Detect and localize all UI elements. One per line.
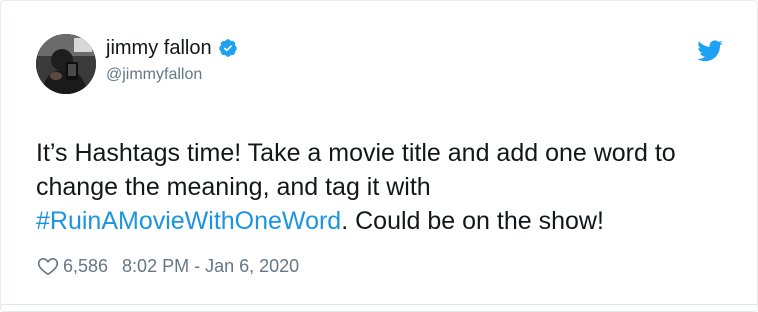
hashtag-link[interactable]: #RuinAMovieWithOneWord	[36, 207, 341, 235]
avatar-photo	[36, 34, 96, 94]
display-name[interactable]: jimmy fallon	[106, 36, 212, 60]
heart-icon[interactable]	[37, 255, 59, 277]
avatar[interactable]	[36, 34, 96, 94]
tweet-text-part1: It’s Hashtags time! Take a movie title a…	[36, 139, 676, 201]
tweet-meta: 6,586 8:02 PM - Jan 6, 2020	[37, 253, 299, 279]
verified-badge-icon	[218, 38, 238, 58]
tweet-text: It’s Hashtags time! Take a movie title a…	[36, 136, 736, 238]
tweet-text-part2: . Could be on the show!	[341, 207, 604, 235]
divider	[1, 304, 757, 305]
tweet-card: jimmy fallon @jimmyfallon It’s Hashtags …	[0, 0, 758, 312]
twitter-bird-icon[interactable]	[697, 40, 723, 62]
author-name-row[interactable]: jimmy fallon	[106, 36, 238, 60]
likes-count[interactable]: 6,586	[63, 256, 108, 277]
author-handle[interactable]: @jimmyfallon	[106, 65, 202, 85]
timestamp[interactable]: 8:02 PM - Jan 6, 2020	[122, 256, 299, 277]
